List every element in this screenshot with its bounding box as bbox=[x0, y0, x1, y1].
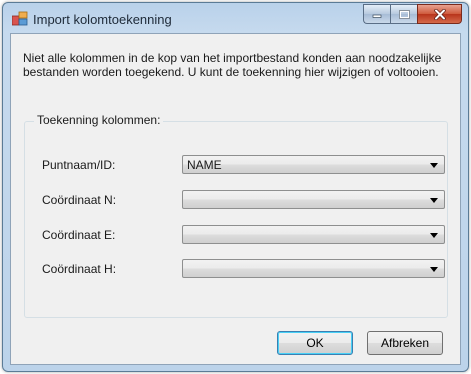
close-button[interactable] bbox=[417, 4, 462, 24]
title-bar[interactable]: Import kolomtoekenning bbox=[3, 3, 468, 33]
ok-button[interactable]: OK bbox=[277, 331, 353, 355]
maximize-button[interactable] bbox=[390, 4, 417, 24]
close-icon bbox=[433, 8, 446, 20]
dialog-content: Niet alle kolommen in de kop van het imp… bbox=[10, 33, 461, 365]
coordinate-h-select[interactable] bbox=[182, 259, 445, 278]
coordinate-e-select[interactable] bbox=[182, 225, 445, 244]
coordinate-n-select[interactable] bbox=[182, 190, 445, 209]
window-title: Import kolomtoekenning bbox=[33, 12, 172, 27]
point-name-select[interactable]: NAME bbox=[182, 155, 445, 174]
coordinate-h-label: Coördinaat H: bbox=[42, 262, 117, 276]
caption-buttons bbox=[363, 4, 462, 24]
import-table-icon bbox=[12, 11, 28, 26]
cancel-button[interactable]: Afbreken bbox=[367, 331, 443, 355]
maximize-icon bbox=[398, 9, 410, 19]
dropdown-arrow-icon bbox=[430, 198, 438, 203]
point-name-value: NAME bbox=[187, 158, 222, 172]
dropdown-arrow-icon bbox=[430, 163, 438, 168]
dropdown-arrow-icon bbox=[430, 233, 438, 238]
dropdown-arrow-icon bbox=[430, 267, 438, 272]
group-label: Toekenning kolommen: bbox=[34, 113, 164, 127]
coordinate-n-label: Coördinaat N: bbox=[42, 193, 117, 207]
minimize-icon bbox=[372, 14, 382, 18]
column-assignment-group bbox=[24, 121, 448, 318]
point-name-label: Puntnaam/ID: bbox=[42, 158, 116, 172]
coordinate-e-label: Coördinaat E: bbox=[42, 228, 116, 242]
intro-message: Niet alle kolommen in de kop van het imp… bbox=[23, 51, 442, 79]
import-dialog-window: Import kolomtoekenning Niet alle kolomme… bbox=[2, 2, 469, 372]
minimize-button[interactable] bbox=[363, 4, 390, 24]
